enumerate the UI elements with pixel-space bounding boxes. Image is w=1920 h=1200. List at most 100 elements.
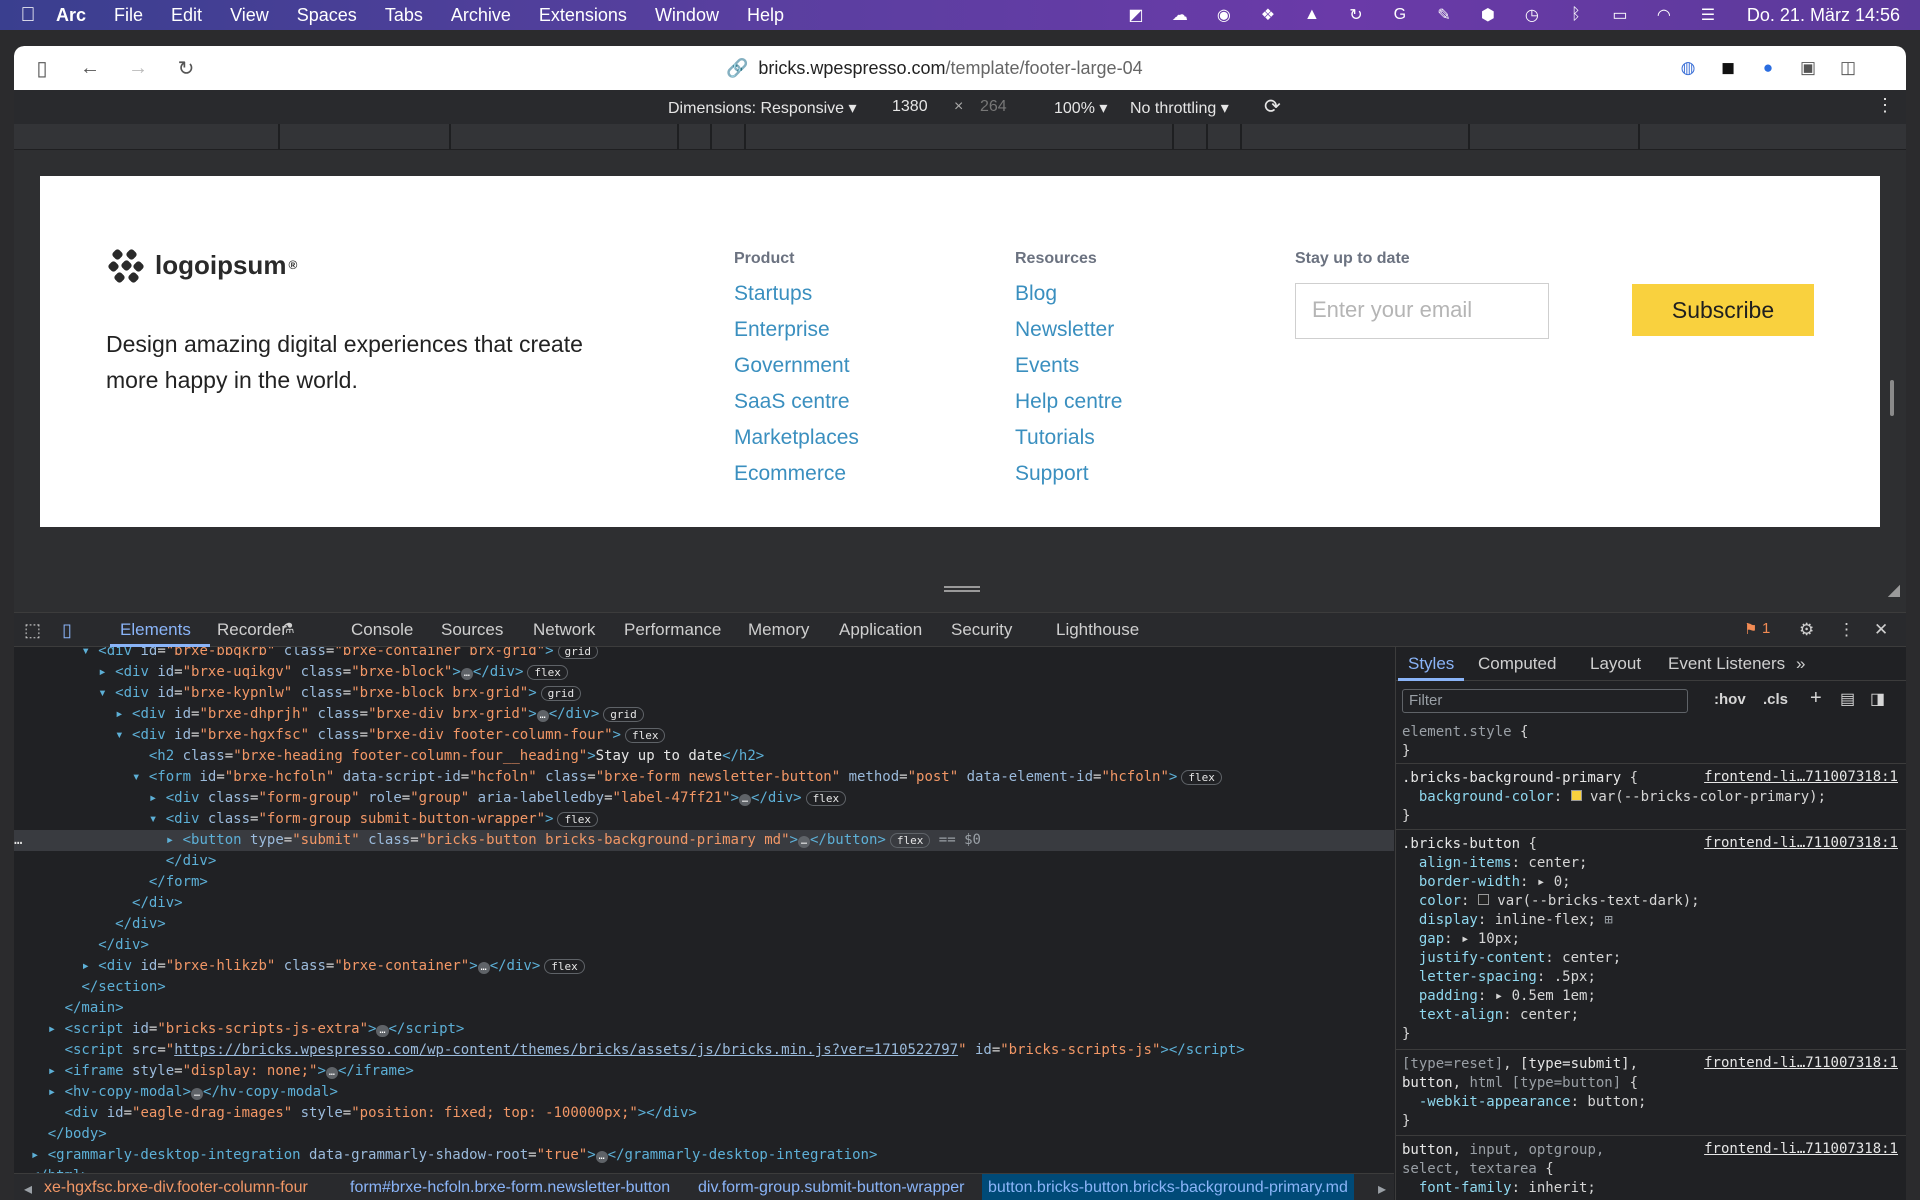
dom-node[interactable]: </section> [14,977,1394,998]
dom-node[interactable]: ▸ <iframe style="display: none;">… </ifra… [14,1061,1394,1082]
more-options-icon[interactable]: ⋮ [1876,95,1894,116]
breadcrumb-prev-icon[interactable]: ◂ [24,1179,32,1199]
arc-icon[interactable]: ◩ [1125,6,1147,24]
sidebar-icon[interactable]: ◨ [1870,689,1885,709]
dom-node[interactable]: ▸ <div id="brxe-uqikgv" class="brxe-bloc… [14,662,1394,683]
tab-event-listeners[interactable]: Event Listeners [1668,654,1785,674]
dom-node[interactable]: ▸ <grammarly-desktop-integration data-gr… [14,1145,1394,1166]
forward-icon[interactable]: → [124,54,152,82]
device-toggle-icon[interactable]: ▯ [62,620,72,641]
dom-node[interactable]: <div id="eagle-drag-images" style="posit… [14,1103,1394,1124]
dom-node-selected[interactable]: … ▸ <button type="submit" class="bricks-… [14,830,1394,851]
tab-memory[interactable]: Memory [748,620,809,640]
dimensions-select[interactable]: Dimensions: Responsive ▾ [668,98,857,118]
menu-app-name[interactable]: Arc [56,5,86,26]
tab-sources[interactable]: Sources [441,620,503,640]
dom-node[interactable]: ▾ <div id="brxe-hgxfsc" class="brxe-div … [14,725,1394,746]
inspect-icon[interactable]: ⬚ [24,620,41,641]
breadcrumb-item-active[interactable]: button.bricks-button.bricks-background-p… [982,1174,1354,1200]
extension-icon[interactable]: ▣ [1794,54,1822,82]
wifi-icon[interactable]: ◠ [1653,6,1675,24]
link-newsletter[interactable]: Newsletter [1015,316,1122,352]
menu-file[interactable]: File [114,5,143,26]
hov-toggle[interactable]: :hov [1714,691,1746,708]
link-startups[interactable]: Startups [734,280,859,316]
dom-node[interactable]: ▾ <div id="brxe-kypnlw" class="brxe-bloc… [14,683,1394,704]
add-rule-icon[interactable]: + [1810,687,1822,710]
link-saas-centre[interactable]: SaaS centre [734,388,859,424]
breadcrumb-item[interactable]: form#brxe-hcfoln.brxe-form.newsletter-bu… [350,1179,670,1197]
style-rule-bricks-button[interactable]: .bricks-button { align-items: center; bo… [1402,835,1700,1044]
style-rule-button-inherit[interactable]: button, input, optgroup, select, textare… [1402,1141,1604,1200]
dom-node[interactable]: </div> [14,914,1394,935]
extension-icon[interactable]: ● [1754,54,1782,82]
link-government[interactable]: Government [734,352,859,388]
dom-node[interactable]: ▸ <div id="brxe-dhprjh" class="brxe-div … [14,704,1394,725]
link-marketplaces[interactable]: Marketplaces [734,424,859,460]
link-support[interactable]: Support [1015,460,1122,496]
menu-window[interactable]: Window [655,5,719,26]
close-icon[interactable]: ✕ [1874,620,1888,640]
throttle-select[interactable]: No throttling ▾ [1130,98,1229,118]
dom-node[interactable]: ▾ <form id="brxe-hcfoln" data-script-id=… [14,767,1394,788]
side-resize-handle[interactable] [1890,380,1894,416]
link-help-centre[interactable]: Help centre [1015,388,1122,424]
sync-icon[interactable]: ↻ [1345,6,1367,24]
paint-icon[interactable]: ▤ [1840,689,1855,709]
time-machine-icon[interactable]: ◷ [1521,6,1543,24]
tab-layout[interactable]: Layout [1590,654,1641,674]
dom-node[interactable]: </div> [14,893,1394,914]
tab-lighthouse[interactable]: Lighthouse [1056,620,1139,640]
tab-network[interactable]: Network [533,620,595,640]
more-icon[interactable]: ⋮ [1838,620,1855,640]
control-center-icon[interactable]: ☰ [1697,6,1719,24]
tab-computed[interactable]: Computed [1478,654,1556,674]
dom-node[interactable]: ▾ <div class="form-group submit-button-w… [14,809,1394,830]
reload-icon[interactable]: ↻ [172,54,200,82]
rotate-icon[interactable]: ⟳ [1264,94,1281,119]
dom-node[interactable]: <script src="https://bricks.wpespresso.c… [14,1040,1394,1061]
dom-node[interactable]: </body> [14,1124,1394,1145]
source-link[interactable]: frontend-li…711007318:1 [1704,1141,1898,1157]
issues-icon[interactable]: ⚑ [1744,620,1757,638]
dom-node[interactable]: </form> [14,872,1394,893]
menu-edit[interactable]: Edit [171,5,202,26]
dom-node[interactable]: ▸ <div class="form-group" role="group" a… [14,788,1394,809]
width-input[interactable]: 1380 [892,98,928,116]
tab-styles[interactable]: Styles [1408,654,1454,674]
sidebar-toggle-icon[interactable]: ▯ [28,54,56,82]
style-rule-element[interactable]: element.style { } [1402,723,1528,761]
style-rule-submit[interactable]: [type=reset], [type=submit], button, htm… [1402,1055,1646,1131]
breadcrumb-item[interactable]: div.form-group.submit-button-wrapper [698,1179,964,1197]
dropbox-icon[interactable]: ❖ [1257,6,1279,24]
dom-node[interactable]: </html> [14,1166,1394,1173]
tab-security[interactable]: Security [951,620,1012,640]
breadcrumb-item[interactable]: xe-hgxfsc.brxe-div.footer-column-four [44,1179,308,1197]
dom-node[interactable]: ▸ <script id="bricks-scripts-js-extra">…… [14,1019,1394,1040]
menu-archive[interactable]: Archive [451,5,511,26]
dom-node[interactable]: <h2 class="brxe-heading footer-column-fo… [14,746,1394,767]
extension-icon[interactable]: ◼ [1714,54,1742,82]
menu-spaces[interactable]: Spaces [297,5,357,26]
battery-icon[interactable]: ▭ [1609,6,1631,24]
tab-elements[interactable]: Elements [120,620,191,640]
dom-node[interactable]: </div> [14,851,1394,872]
pen-icon[interactable]: ✎ [1433,6,1455,24]
grammarly-icon[interactable]: G [1389,6,1411,24]
source-link[interactable]: frontend-li…711007318:1 [1704,769,1898,785]
breadcrumb-next-icon[interactable]: ▸ [1378,1179,1386,1199]
cls-toggle[interactable]: .cls [1763,691,1788,708]
dom-node[interactable]: ▸ <div id="brxe-hlikzb" class="brxe-cont… [14,956,1394,977]
issues-count[interactable]: 1 [1762,620,1770,637]
link-ecommerce[interactable]: Ecommerce [734,460,859,496]
split-view-icon[interactable]: ◫ [1834,54,1862,82]
menu-clock[interactable]: Do. 21. März 14:56 [1747,5,1900,26]
tab-application[interactable]: Application [839,620,922,640]
logo[interactable]: logoipsum ® [107,246,297,284]
settings-icon[interactable]: ⚙ [1799,620,1814,640]
source-link[interactable]: frontend-li…711007318:1 [1704,835,1898,851]
corner-resize-icon[interactable]: ◢ [1888,580,1900,600]
extension-icon[interactable]: ◍ [1674,54,1702,82]
tab-console[interactable]: Console [351,620,413,640]
menu-tabs[interactable]: Tabs [385,5,423,26]
